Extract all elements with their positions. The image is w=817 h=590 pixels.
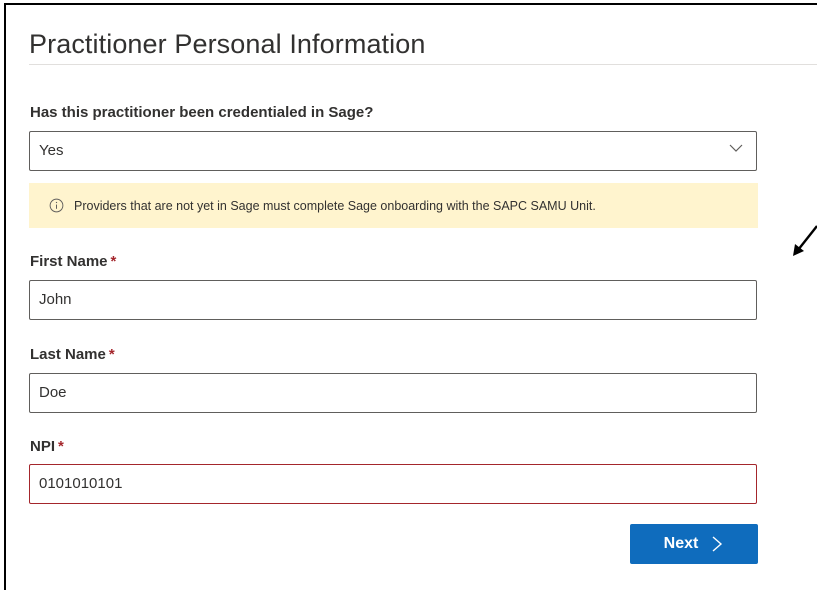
chevron-down-icon	[729, 144, 743, 152]
arrow-annotation-icon	[793, 225, 817, 256]
first-name-label-text: First Name	[30, 253, 108, 270]
next-button[interactable]: Next	[630, 524, 758, 564]
next-button-label: Next	[663, 535, 699, 552]
info-icon	[49, 198, 64, 213]
last-name-label: Last Name *	[30, 346, 115, 363]
chevron-right-icon	[712, 536, 723, 552]
npi-label-text: NPI	[30, 438, 56, 455]
first-name-value: John	[39, 291, 72, 308]
credentialed-select[interactable]: Yes	[29, 131, 757, 171]
last-name-value: Doe	[39, 384, 67, 401]
required-indicator: *	[108, 346, 115, 363]
credentialed-label-text: Has this practitioner been credentialed …	[30, 104, 374, 121]
required-indicator: *	[58, 438, 64, 455]
page-title: Practitioner Personal Information	[29, 29, 426, 59]
credentialed-select-value: Yes	[39, 142, 64, 159]
first-name-input[interactable]: John	[29, 280, 757, 320]
info-message-text: Providers that are not yet in Sage must …	[74, 198, 596, 213]
first-name-label: First Name *	[30, 253, 116, 270]
npi-input[interactable]: 0101010101	[29, 464, 757, 504]
title-divider	[29, 64, 817, 65]
last-name-label-text: Last Name	[30, 346, 106, 363]
last-name-input[interactable]: Doe	[29, 373, 757, 413]
npi-label: NPI *	[30, 438, 64, 455]
required-indicator: *	[110, 253, 117, 270]
npi-value: 0101010101	[39, 475, 123, 492]
info-message-bar: Providers that are not yet in Sage must …	[29, 183, 758, 228]
credentialed-label: Has this practitioner been credentialed …	[30, 104, 373, 121]
